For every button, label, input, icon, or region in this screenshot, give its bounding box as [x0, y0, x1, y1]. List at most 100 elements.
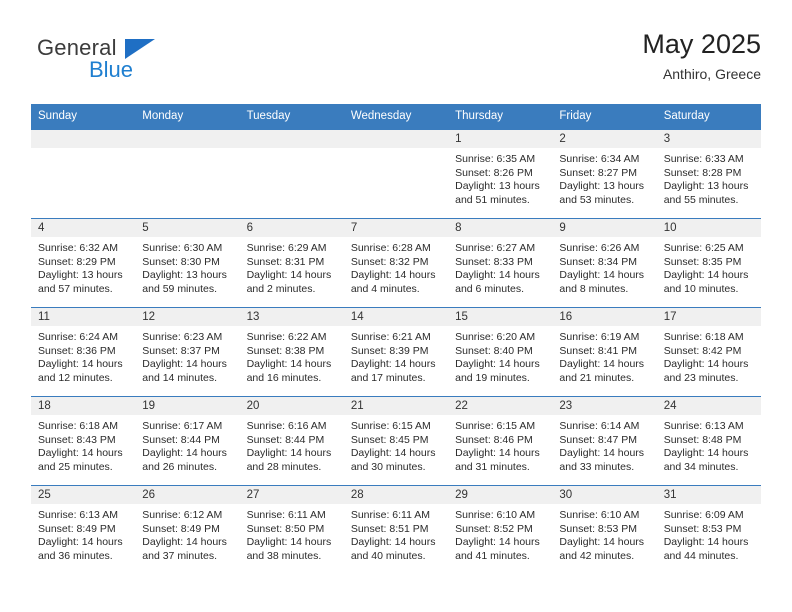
sunset-text: Sunset: 8:47 PM [559, 433, 638, 446]
sunset-text: Sunset: 8:40 PM [455, 344, 533, 357]
calendar-day-cell[interactable]: 12 Sunrise: 6:23 AM Sunset: 8:37 PM Dayligh… [135, 307, 240, 397]
calendar-cell-empty [31, 129, 136, 219]
day-number: 6 [239, 219, 344, 237]
day-cell-body: 25 Sunrise: 6:13 AM Sunset: 8:49 PM Dayligh… [31, 486, 136, 574]
sunset-text: Sunset: 8:37 PM [142, 344, 220, 357]
sunrise-text: Sunrise: 6:34 AM [559, 153, 640, 165]
calendar-day-cell[interactable]: 31 Sunrise: 6:09 AM Sunset: 8:53 PM Dayligh… [656, 485, 761, 574]
title-block: May 2025 Anthiro, Greece [642, 28, 761, 83]
sunset-text: Sunset: 8:44 PM [246, 433, 325, 446]
day-cell-body: 30 Sunrise: 6:10 AM Sunset: 8:53 PM Dayligh… [552, 486, 657, 574]
sunrise-text: Sunrise: 6:09 AM [663, 509, 744, 521]
calendar-day-cell[interactable]: 27 Sunrise: 6:11 AM Sunset: 8:50 PM Dayligh… [239, 485, 344, 574]
daylight-text-line1: Daylight: 14 hours [350, 536, 436, 549]
calendar-day-cell[interactable]: 25 Sunrise: 6:13 AM Sunset: 8:49 PM Dayligh… [31, 485, 136, 574]
weekday-header-friday: Friday [552, 104, 657, 130]
daylight-text-line2: and 2 minutes. [246, 282, 316, 295]
calendar-day-cell[interactable]: 4 Sunrise: 6:32 AM Sunset: 8:29 PM Daylight… [31, 218, 136, 308]
sunset-text: Sunset: 8:30 PM [142, 255, 220, 268]
daylight-text-line2: and 12 minutes. [38, 371, 113, 384]
calendar-day-cell[interactable]: 18 Sunrise: 6:18 AM Sunset: 8:43 PM Dayligh… [31, 396, 136, 486]
daylight-text-line2: and 37 minutes. [142, 549, 217, 562]
sunset-text: Sunset: 8:46 PM [455, 433, 533, 446]
day-info: Sunrise: 6:11 AM Sunset: 8:51 PM Daylight:… [344, 504, 448, 563]
calendar-day-cell[interactable]: 11 Sunrise: 6:24 AM Sunset: 8:36 PM Dayligh… [31, 307, 136, 397]
calendar-day-cell[interactable]: 14 Sunrise: 6:21 AM Sunset: 8:39 PM Dayligh… [343, 307, 449, 397]
day-cell-body: 31 Sunrise: 6:09 AM Sunset: 8:53 PM Dayligh… [656, 486, 761, 574]
daylight-text-line2: and 51 minutes. [455, 193, 530, 206]
daylight-text-line2: and 4 minutes. [350, 282, 420, 295]
calendar-day-cell[interactable]: 9 Sunrise: 6:26 AM Sunset: 8:34 PM Daylight… [552, 218, 657, 308]
calendar-day-cell[interactable]: 29 Sunrise: 6:10 AM Sunset: 8:52 PM Dayligh… [448, 485, 553, 574]
day-number: 24 [656, 397, 761, 415]
day-number: 23 [552, 397, 657, 415]
sunset-text: Sunset: 8:33 PM [455, 255, 533, 268]
calendar-day-cell[interactable]: 28 Sunrise: 6:11 AM Sunset: 8:51 PM Dayligh… [343, 485, 449, 574]
sunrise-text: Sunrise: 6:11 AM [350, 509, 431, 521]
day-info: Sunrise: 6:28 AM Sunset: 8:32 PM Daylight:… [344, 237, 448, 296]
day-info: Sunrise: 6:09 AM Sunset: 8:53 PM Daylight:… [657, 504, 761, 563]
daylight-text-line2: and 10 minutes. [663, 282, 739, 295]
daylight-text-line2: and 31 minutes. [455, 460, 530, 473]
calendar-day-cell[interactable]: 30 Sunrise: 6:10 AM Sunset: 8:53 PM Dayligh… [552, 485, 657, 574]
day-info: Sunrise: 6:27 AM Sunset: 8:33 PM Daylight:… [448, 237, 552, 296]
calendar-day-cell[interactable]: 16 Sunrise: 6:19 AM Sunset: 8:41 PM Dayligh… [552, 307, 657, 397]
calendar-cell-empty [135, 129, 240, 219]
day-info: Sunrise: 6:17 AM Sunset: 8:44 PM Daylight:… [135, 415, 239, 474]
calendar-cell-empty [239, 129, 344, 219]
calendar-day-cell[interactable]: 24 Sunrise: 6:13 AM Sunset: 8:48 PM Dayligh… [656, 396, 761, 486]
page-title: May 2025 [642, 29, 761, 59]
day-info: Sunrise: 6:24 AM Sunset: 8:36 PM Daylight:… [31, 326, 135, 385]
day-info: Sunrise: 6:25 AM Sunset: 8:35 PM Daylight:… [657, 237, 761, 296]
daylight-text-line2: and 36 minutes. [38, 549, 113, 562]
sunset-text: Sunset: 8:52 PM [455, 522, 533, 535]
calendar-day-cell[interactable]: 5 Sunrise: 6:30 AM Sunset: 8:30 PM Daylight… [135, 218, 240, 308]
calendar-day-cell[interactable]: 13 Sunrise: 6:22 AM Sunset: 8:38 PM Dayligh… [239, 307, 344, 397]
day-cell-body: 6 Sunrise: 6:29 AM Sunset: 8:31 PM Daylight… [239, 219, 344, 307]
triangle-icon [125, 39, 155, 59]
day-cell-body: 1 Sunrise: 6:35 AM Sunset: 8:26 PM Daylight… [448, 130, 553, 218]
calendar-day-cell[interactable]: 20 Sunrise: 6:16 AM Sunset: 8:44 PM Dayligh… [239, 396, 344, 486]
sunrise-text: Sunrise: 6:13 AM [38, 509, 118, 521]
calendar-day-cell[interactable]: 2 Sunrise: 6:34 AM Sunset: 8:27 PM Daylight… [552, 129, 657, 219]
calendar-day-cell[interactable]: 19 Sunrise: 6:17 AM Sunset: 8:44 PM Dayligh… [135, 396, 240, 486]
calendar-day-cell[interactable]: 22 Sunrise: 6:15 AM Sunset: 8:46 PM Dayligh… [448, 396, 553, 486]
day-cell-body: 5 Sunrise: 6:30 AM Sunset: 8:30 PM Daylight… [135, 219, 240, 307]
day-info: Sunrise: 6:26 AM Sunset: 8:34 PM Daylight:… [552, 237, 656, 296]
daylight-text-line1: Daylight: 14 hours [559, 269, 645, 282]
daylight-text-line2: and 55 minutes. [663, 193, 739, 206]
sunrise-text: Sunrise: 6:19 AM [559, 331, 640, 343]
calendar-day-cell[interactable]: 15 Sunrise: 6:20 AM Sunset: 8:40 PM Dayligh… [448, 307, 553, 397]
day-cell-body: 26 Sunrise: 6:12 AM Sunset: 8:49 PM Dayligh… [135, 486, 240, 574]
daylight-text-line1: Daylight: 14 hours [559, 358, 645, 371]
sunrise-text: Sunrise: 6:35 AM [455, 153, 536, 165]
calendar-day-cell[interactable]: 8 Sunrise: 6:27 AM Sunset: 8:33 PM Daylight… [448, 218, 553, 308]
day-info: Sunrise: 6:22 AM Sunset: 8:38 PM Daylight:… [240, 326, 344, 385]
day-info: Sunrise: 6:20 AM Sunset: 8:40 PM Daylight:… [448, 326, 552, 385]
sunrise-text: Sunrise: 6:11 AM [246, 509, 326, 521]
calendar-day-cell[interactable]: 21 Sunrise: 6:15 AM Sunset: 8:45 PM Dayligh… [343, 396, 449, 486]
brand-logo[interactable]: General Blue [31, 36, 261, 92]
calendar-day-cell[interactable]: 3 Sunrise: 6:33 AM Sunset: 8:28 PM Daylight… [656, 129, 761, 219]
day-cell-body [135, 130, 240, 218]
day-cell-body [239, 130, 344, 218]
daylight-text-line2: and 26 minutes. [142, 460, 217, 473]
sunset-text: Sunset: 8:42 PM [663, 344, 742, 357]
sunrise-text: Sunrise: 6:18 AM [38, 420, 118, 432]
day-number: 3 [656, 130, 761, 148]
calendar-day-cell[interactable]: 17 Sunrise: 6:18 AM Sunset: 8:42 PM Dayligh… [656, 307, 761, 397]
daylight-text-line2: and 17 minutes. [350, 371, 426, 384]
calendar-day-cell[interactable]: 26 Sunrise: 6:12 AM Sunset: 8:49 PM Dayligh… [135, 485, 240, 574]
calendar-day-cell[interactable]: 23 Sunrise: 6:14 AM Sunset: 8:47 PM Dayligh… [552, 396, 657, 486]
calendar-day-cell[interactable]: 10 Sunrise: 6:25 AM Sunset: 8:35 PM Dayligh… [656, 218, 761, 308]
day-info: Sunrise: 6:15 AM Sunset: 8:46 PM Daylight:… [448, 415, 552, 474]
sunset-text: Sunset: 8:50 PM [246, 522, 325, 535]
day-number: 30 [552, 486, 657, 504]
calendar-day-cell[interactable]: 1 Sunrise: 6:35 AM Sunset: 8:26 PM Daylight… [448, 129, 553, 219]
daylight-text-line2: and 41 minutes. [455, 549, 530, 562]
day-info: Sunrise: 6:34 AM Sunset: 8:27 PM Daylight:… [552, 148, 656, 207]
calendar-day-cell[interactable]: 7 Sunrise: 6:28 AM Sunset: 8:32 PM Daylight… [343, 218, 449, 308]
calendar-day-cell[interactable]: 6 Sunrise: 6:29 AM Sunset: 8:31 PM Daylight… [239, 218, 344, 308]
daylight-text-line1: Daylight: 13 hours [142, 269, 227, 282]
sunset-text: Sunset: 8:49 PM [142, 522, 220, 535]
